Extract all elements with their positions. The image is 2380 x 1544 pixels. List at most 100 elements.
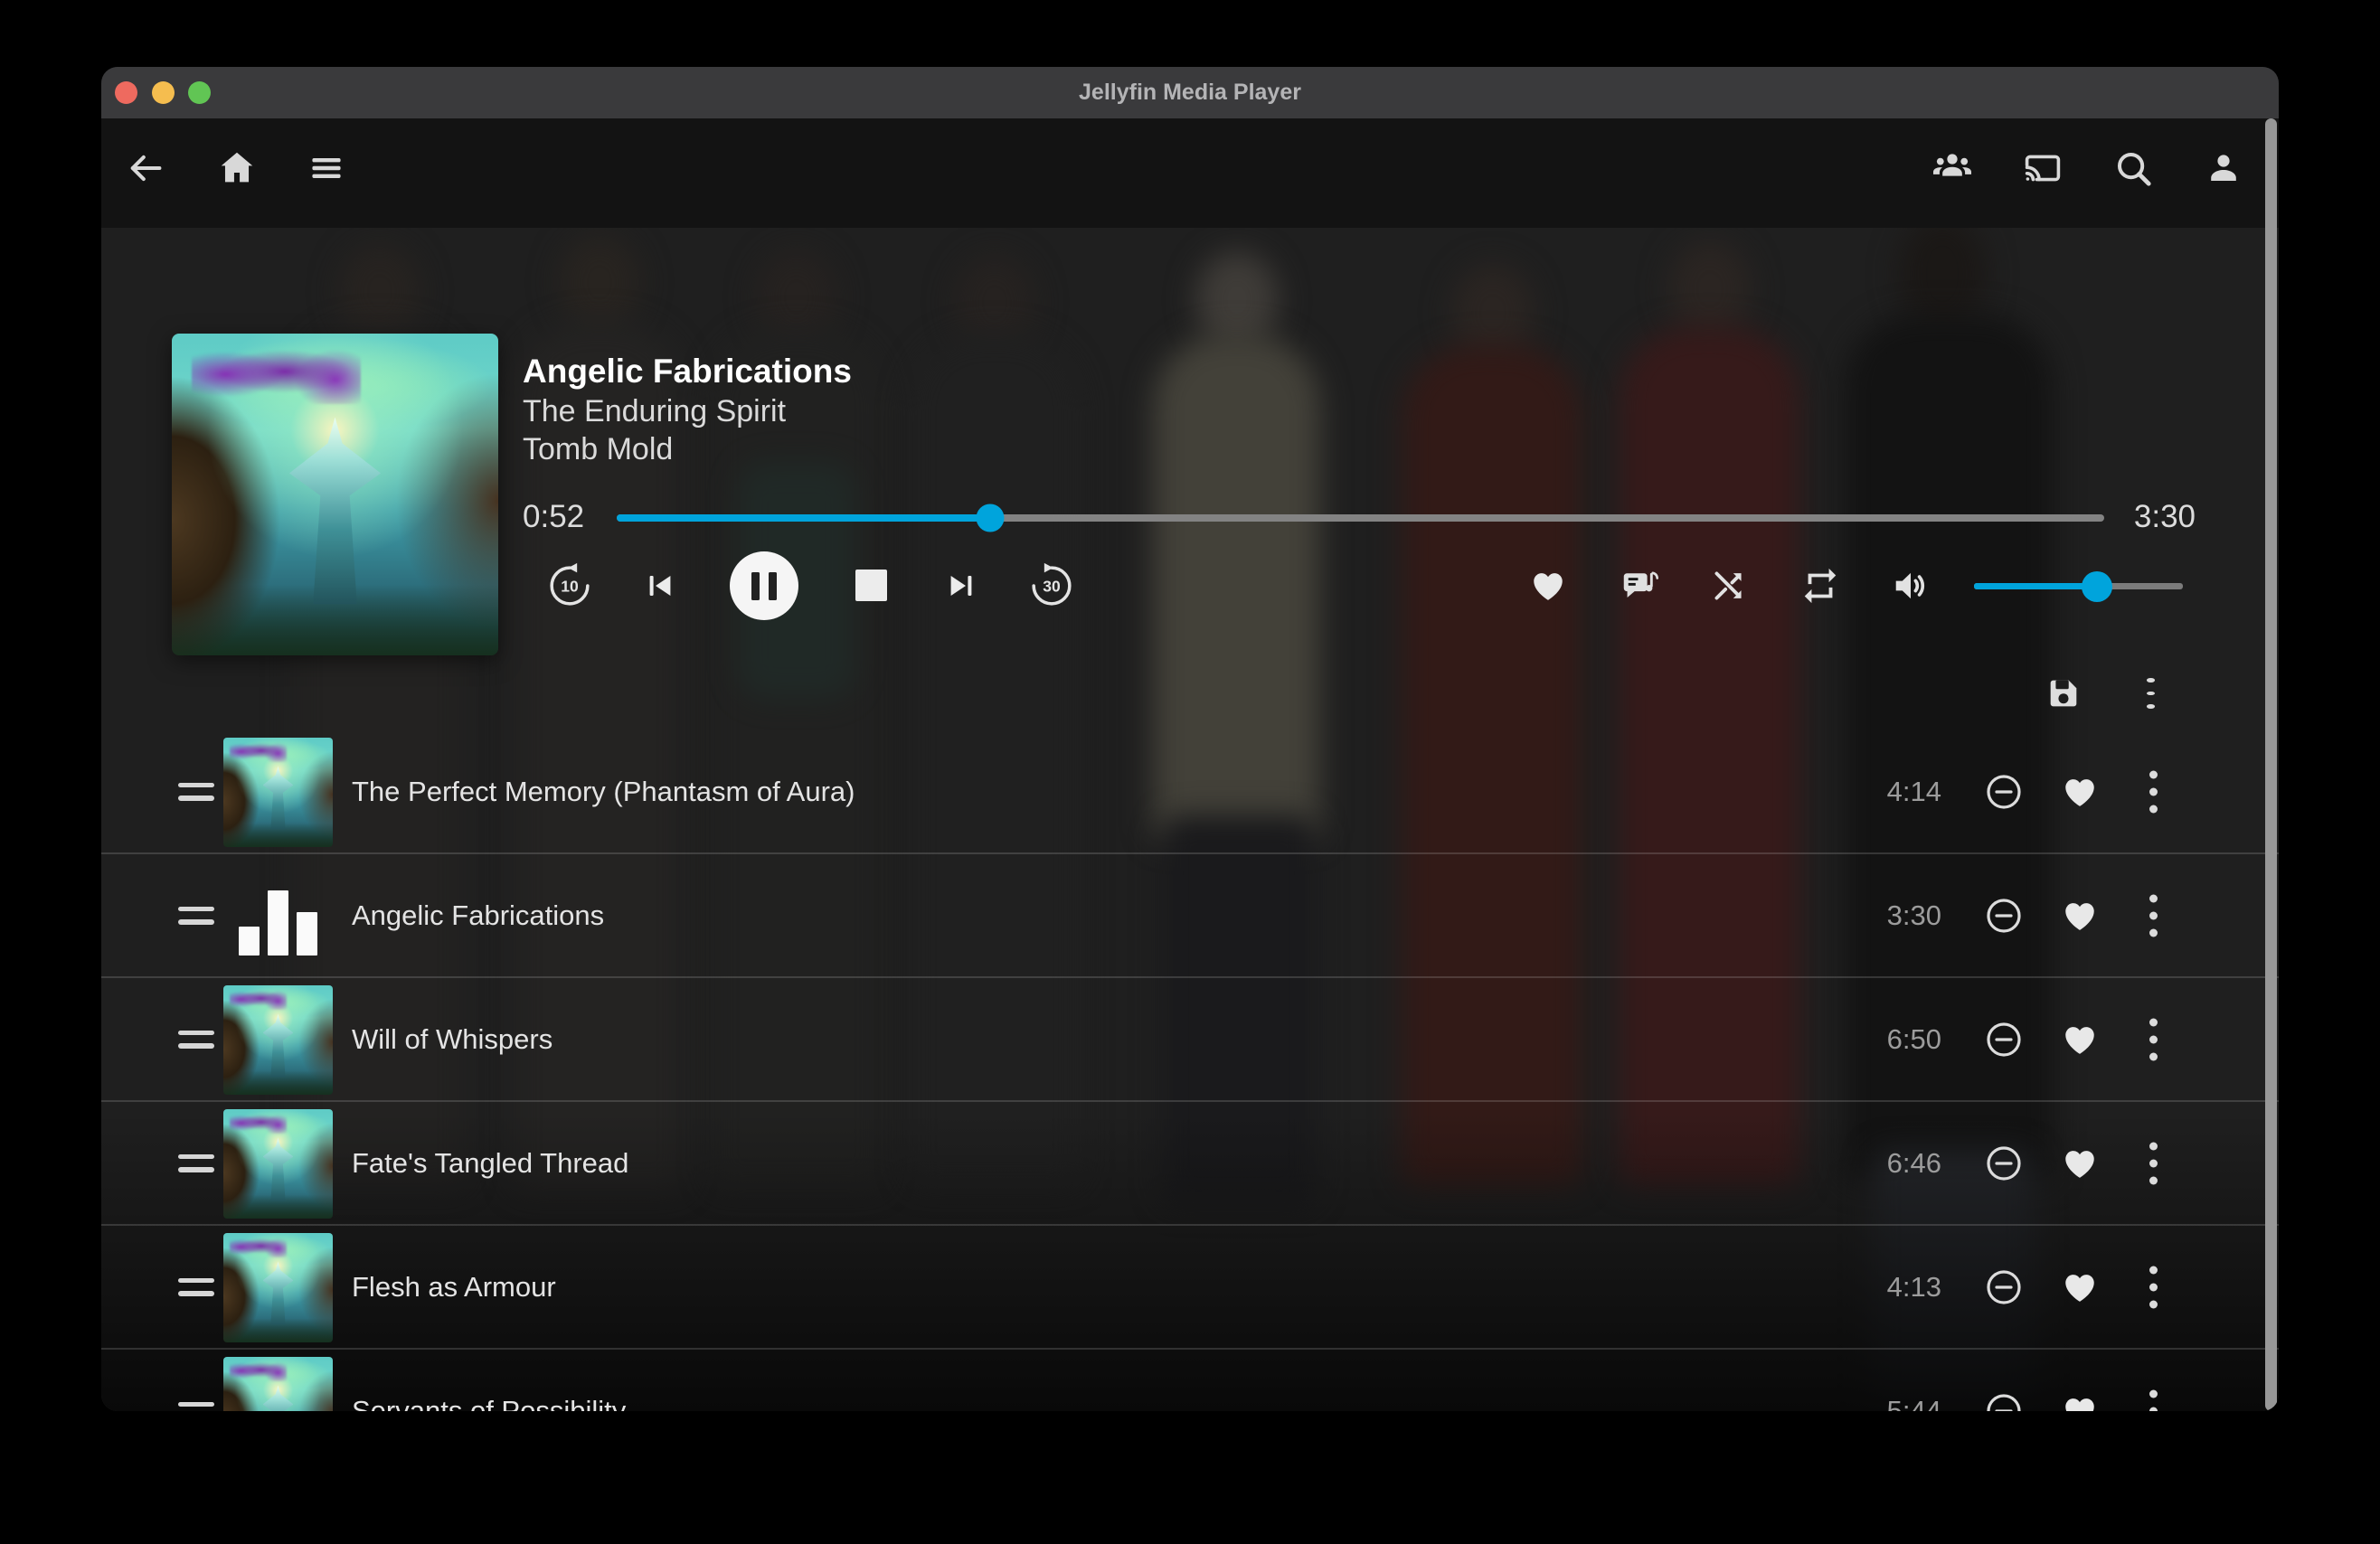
svg-text:10: 10 <box>561 577 579 595</box>
next-track-icon <box>943 568 979 604</box>
menu-icon <box>307 148 346 193</box>
more-icon <box>2149 894 2158 902</box>
favorite-icon <box>2061 1392 2099 1412</box>
search-button[interactable] <box>2111 148 2155 192</box>
album-art <box>172 334 498 655</box>
drag-handle-icon[interactable] <box>178 1025 214 1054</box>
remove-from-queue-button[interactable] <box>1983 1266 2025 1308</box>
remove-icon <box>1983 1019 2025 1060</box>
album-thumb <box>223 738 333 847</box>
queue-track-title[interactable]: Flesh as Armour <box>352 1271 556 1304</box>
remove-from-queue-button[interactable] <box>1983 895 2025 937</box>
close-window-button[interactable] <box>115 81 137 104</box>
menu-button[interactable] <box>307 148 346 192</box>
drag-handle-icon[interactable] <box>178 1273 214 1302</box>
row-more-button[interactable] <box>2146 890 2161 940</box>
back-button[interactable] <box>126 148 165 192</box>
total-duration: 3:30 <box>2134 499 2196 535</box>
repeat-button[interactable] <box>1799 565 1841 607</box>
volume-icon <box>1890 565 1931 607</box>
remove-from-queue-button[interactable] <box>1983 1390 2025 1412</box>
back-icon <box>126 148 165 193</box>
syncplay-icon <box>1929 145 1976 196</box>
favorite-button[interactable] <box>2061 1392 2099 1412</box>
minimize-window-button[interactable] <box>152 81 175 104</box>
favorite-button[interactable] <box>2061 897 2099 935</box>
queue-track-duration: 6:50 <box>1887 1023 1941 1056</box>
album-thumb <box>223 1233 333 1342</box>
row-more-button[interactable] <box>2146 1386 2161 1411</box>
forward-30-icon: 30 <box>1026 560 1077 611</box>
now-playing-equalizer-icon <box>223 861 333 971</box>
row-more-button[interactable] <box>2146 1014 2161 1064</box>
favorite-button[interactable] <box>2061 1144 2099 1182</box>
favorite-button[interactable] <box>2061 1021 2099 1059</box>
scrollbar[interactable] <box>2265 118 2277 1411</box>
window-title: Jellyfin Media Player <box>101 67 2279 118</box>
save-queue-button[interactable] <box>2045 674 2082 712</box>
queue-row[interactable]: Will of Whispers 6:50 <box>101 978 2279 1102</box>
row-more-button[interactable] <box>2146 767 2161 816</box>
queue-row[interactable]: Servants of Possibility 5:44 <box>101 1350 2279 1411</box>
volume-slider[interactable] <box>1974 583 2183 589</box>
seek-slider-knob[interactable] <box>976 504 1004 532</box>
favorite-icon <box>2061 897 2099 935</box>
drag-handle-icon[interactable] <box>178 1149 214 1178</box>
lyrics-button[interactable] <box>1619 565 1660 607</box>
now-playing-info: Angelic Fabrications The Enduring Spirit… <box>523 351 852 468</box>
row-more-button[interactable] <box>2146 1138 2161 1188</box>
remove-from-queue-button[interactable] <box>1983 1143 2025 1184</box>
save-icon <box>2045 674 2082 712</box>
album-name[interactable]: The Enduring Spirit <box>523 392 852 430</box>
rewind-10-button[interactable]: 10 <box>544 560 595 611</box>
favorite-icon <box>2061 773 2099 811</box>
user-button[interactable] <box>2202 148 2245 192</box>
remove-icon <box>1983 771 2025 813</box>
syncplay-button[interactable] <box>1929 148 1976 192</box>
elapsed-time: 0:52 <box>523 499 584 535</box>
artist-name[interactable]: Tomb Mold <box>523 430 852 468</box>
queue-track-title[interactable]: Servants of Possibility <box>352 1395 626 1412</box>
remove-from-queue-button[interactable] <box>1983 1019 2025 1060</box>
drag-handle-icon[interactable] <box>178 777 214 806</box>
remove-icon <box>1983 1143 2025 1184</box>
cast-button[interactable] <box>2021 148 2064 192</box>
queue-row[interactable]: Angelic Fabrications 3:30 <box>101 854 2279 978</box>
queue-track-title[interactable]: The Perfect Memory (Phantasm of Aura) <box>352 776 855 808</box>
pause-button[interactable] <box>730 551 798 620</box>
queue-track-title[interactable]: Fate's Tangled Thread <box>352 1147 628 1180</box>
album-thumb <box>223 1109 333 1219</box>
repeat-icon <box>1799 565 1841 607</box>
queue-row[interactable]: Flesh as Armour 4:13 <box>101 1226 2279 1350</box>
drag-handle-icon[interactable] <box>178 901 214 930</box>
seek-slider[interactable] <box>617 514 2104 522</box>
cast-icon <box>2021 146 2064 194</box>
row-more-button[interactable] <box>2146 1262 2161 1312</box>
shuffle-button[interactable] <box>1709 566 1749 606</box>
queue-row[interactable]: The Perfect Memory (Phantasm of Aura) 4:… <box>101 730 2279 854</box>
favorite-button[interactable] <box>2061 1268 2099 1306</box>
zoom-window-button[interactable] <box>188 81 211 104</box>
volume-button[interactable] <box>1890 565 1931 607</box>
volume-slider-knob[interactable] <box>2082 571 2112 602</box>
queue-track-duration: 3:30 <box>1887 899 1941 932</box>
drag-handle-icon[interactable] <box>178 1397 214 1412</box>
more-icon <box>2149 1142 2158 1150</box>
favorite-button[interactable] <box>1529 567 1567 605</box>
queue-track-title[interactable]: Will of Whispers <box>352 1023 552 1056</box>
queue-track-title[interactable]: Angelic Fabrications <box>352 899 604 932</box>
favorite-button[interactable] <box>2061 773 2099 811</box>
shuffle-icon <box>1709 566 1749 606</box>
queue-row[interactable]: Fate's Tangled Thread 6:46 <box>101 1102 2279 1226</box>
home-button[interactable] <box>216 148 258 192</box>
next-track-button[interactable] <box>943 568 979 604</box>
previous-track-button[interactable] <box>642 568 678 604</box>
remove-from-queue-button[interactable] <box>1983 771 2025 813</box>
queue-track-duration: 5:44 <box>1887 1395 1941 1412</box>
stop-button[interactable] <box>855 570 887 601</box>
forward-30-button[interactable]: 30 <box>1026 560 1077 611</box>
album-thumb <box>223 985 333 1095</box>
app-window: Jellyfin Media Player <box>101 67 2279 1411</box>
volume-slider-fill <box>1974 583 2097 589</box>
queue-more-button[interactable] <box>2143 674 2158 712</box>
